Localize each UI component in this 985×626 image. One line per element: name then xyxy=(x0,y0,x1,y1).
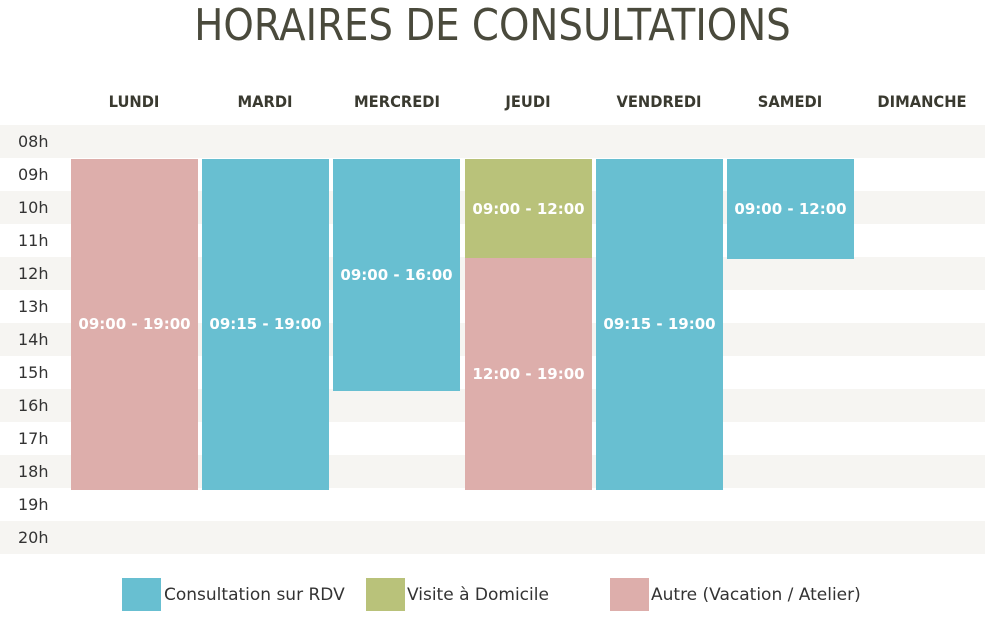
hour-label: 17h xyxy=(18,429,49,448)
legend-swatch-visite xyxy=(366,578,405,611)
schedule-block-time: 09:00 - 12:00 xyxy=(734,199,847,218)
legend-swatch-autre xyxy=(610,578,649,611)
hour-label: 14h xyxy=(18,330,49,349)
hour-row: 19h xyxy=(0,488,985,521)
schedule-block-mercredi: 09:00 - 16:00 xyxy=(333,158,460,391)
day-header-mercredi: MERCREDI xyxy=(354,92,440,111)
schedule-block-time: 09:00 - 19:00 xyxy=(78,315,191,334)
day-header-vendredi: VENDREDI xyxy=(616,92,702,111)
hour-label: 12h xyxy=(18,264,49,283)
hour-row: 08h xyxy=(0,125,985,158)
legend-label-autre: Autre (Vacation / Atelier) xyxy=(651,585,861,605)
legend-swatch-consultation xyxy=(122,578,161,611)
hour-label: 09h xyxy=(18,165,49,184)
schedule-block-samedi: 09:00 - 12:00 xyxy=(727,158,854,259)
hour-label: 20h xyxy=(18,528,49,547)
schedule-block-time: 09:15 - 19:00 xyxy=(603,315,716,334)
day-header-dimanche: DIMANCHE xyxy=(877,92,967,111)
hour-label: 16h xyxy=(18,396,49,415)
schedule-block-jeudi: 12:00 - 19:00 xyxy=(465,257,592,490)
legend-label-consultation: Consultation sur RDV xyxy=(164,585,345,605)
day-header-samedi: SAMEDI xyxy=(757,92,823,111)
schedule-block-time: 09:00 - 16:00 xyxy=(340,265,453,284)
hour-label: 18h xyxy=(18,462,49,481)
day-header-mardi: MARDI xyxy=(237,92,293,111)
hour-row: 20h xyxy=(0,521,985,554)
hour-label: 11h xyxy=(18,231,49,250)
page-title: HORAIRES DE CONSULTATIONS xyxy=(194,0,791,51)
schedule-block-time: 09:00 - 12:00 xyxy=(472,199,585,218)
schedule-block-time: 12:00 - 19:00 xyxy=(472,364,585,383)
schedule-block-lundi: 09:00 - 19:00 xyxy=(71,158,198,490)
hour-label: 10h xyxy=(18,198,49,217)
day-header-lundi: LUNDI xyxy=(108,92,160,111)
schedule-block-mardi: 09:15 - 19:00 xyxy=(202,158,329,490)
schedule-block-vendredi: 09:15 - 19:00 xyxy=(596,158,723,490)
legend-label-visite: Visite à Domicile xyxy=(407,585,549,605)
hour-label: 08h xyxy=(18,132,49,151)
hour-label: 13h xyxy=(18,297,49,316)
hour-label: 15h xyxy=(18,363,49,382)
schedule-block-time: 09:15 - 19:00 xyxy=(209,315,322,334)
hour-label: 19h xyxy=(18,495,49,514)
day-header-jeudi: JEUDI xyxy=(505,92,551,111)
schedule-block-jeudi: 09:00 - 12:00 xyxy=(465,158,592,259)
